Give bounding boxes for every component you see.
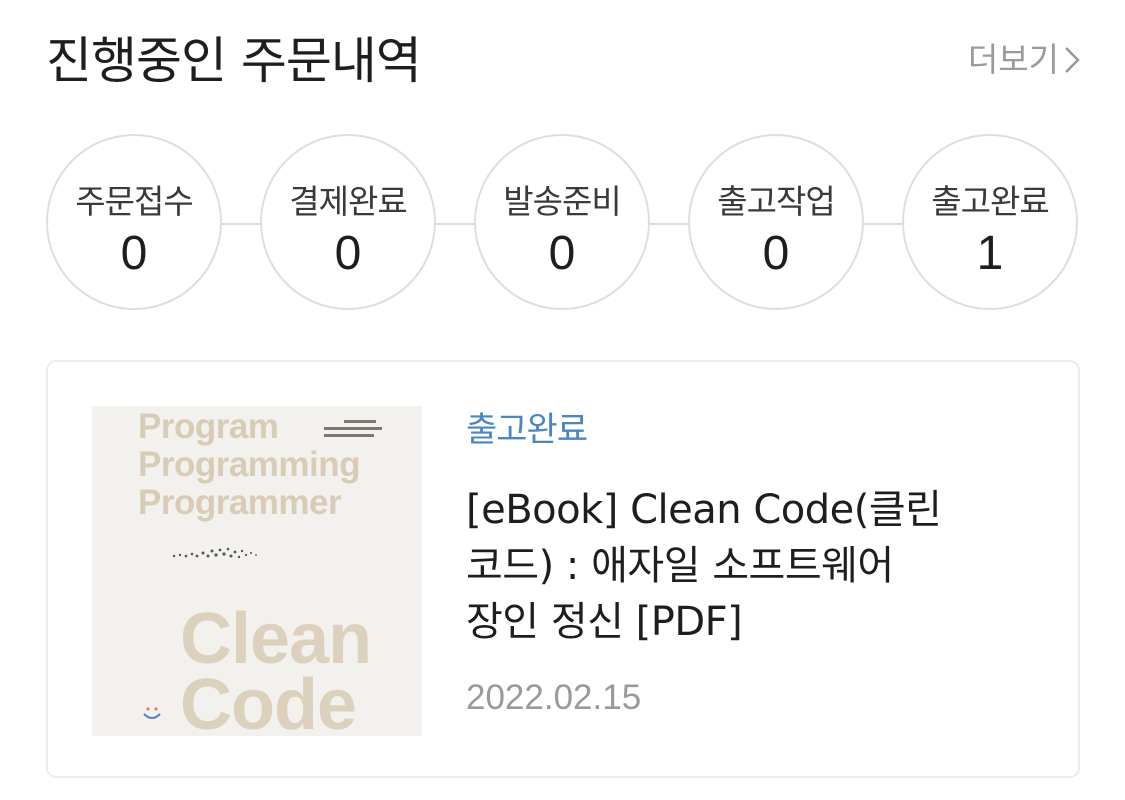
step-count: 0 <box>762 227 790 280</box>
step-release-complete[interactable]: 출고완료 1 <box>902 134 1078 310</box>
step-label: 주문접수 <box>75 182 193 221</box>
more-link[interactable]: 더보기 <box>968 40 1081 80</box>
step-payment-complete[interactable]: 결제완료 0 <box>260 134 436 310</box>
step-count: 0 <box>548 227 576 280</box>
order-header: 진행중인 주문내역 더보기 <box>46 28 1081 98</box>
order-status-label: 출고완료 <box>466 410 588 450</box>
step-label: 출고작업 <box>717 182 835 221</box>
cover-title: Clean Code <box>180 599 372 736</box>
cover-line: Programmer <box>138 483 342 522</box>
cover-fine-print <box>324 420 382 441</box>
cover-dots-graphic <box>172 547 257 559</box>
cover-word: Code <box>180 665 357 736</box>
step-count: 0 <box>334 227 362 280</box>
step-label: 결제완료 <box>289 182 407 221</box>
step-count: 1 <box>976 227 1004 280</box>
cover-word: Clean <box>180 599 372 679</box>
book-cover-image: Program Programming Programmer Clean Cod… <box>92 406 422 736</box>
order-card[interactable]: Program Programming Programmer Clean Cod… <box>46 360 1080 778</box>
step-label: 발송준비 <box>503 182 621 221</box>
chevron-right-icon <box>1065 47 1080 73</box>
cover-line: Programming <box>138 445 361 484</box>
product-title[interactable]: [eBook] Clean Code(클린 코드) : 애자일 소프트웨어 장인… <box>466 482 1046 650</box>
step-label: 출고완료 <box>931 182 1049 221</box>
order-status-steps: 주문접수 0 결제완료 0 발송준비 0 출고작업 0 출고완료 1 <box>46 134 1080 314</box>
smile-icon <box>143 707 161 719</box>
step-count: 0 <box>120 227 148 280</box>
step-release-work[interactable]: 출고작업 0 <box>688 134 864 310</box>
order-date: 2022.02.15 <box>466 678 642 717</box>
more-link-label: 더보기 <box>967 40 1059 79</box>
page-title: 진행중인 주문내역 <box>46 32 422 90</box>
step-preparing-shipment[interactable]: 발송준비 0 <box>474 134 650 310</box>
step-order-received[interactable]: 주문접수 0 <box>46 134 222 310</box>
